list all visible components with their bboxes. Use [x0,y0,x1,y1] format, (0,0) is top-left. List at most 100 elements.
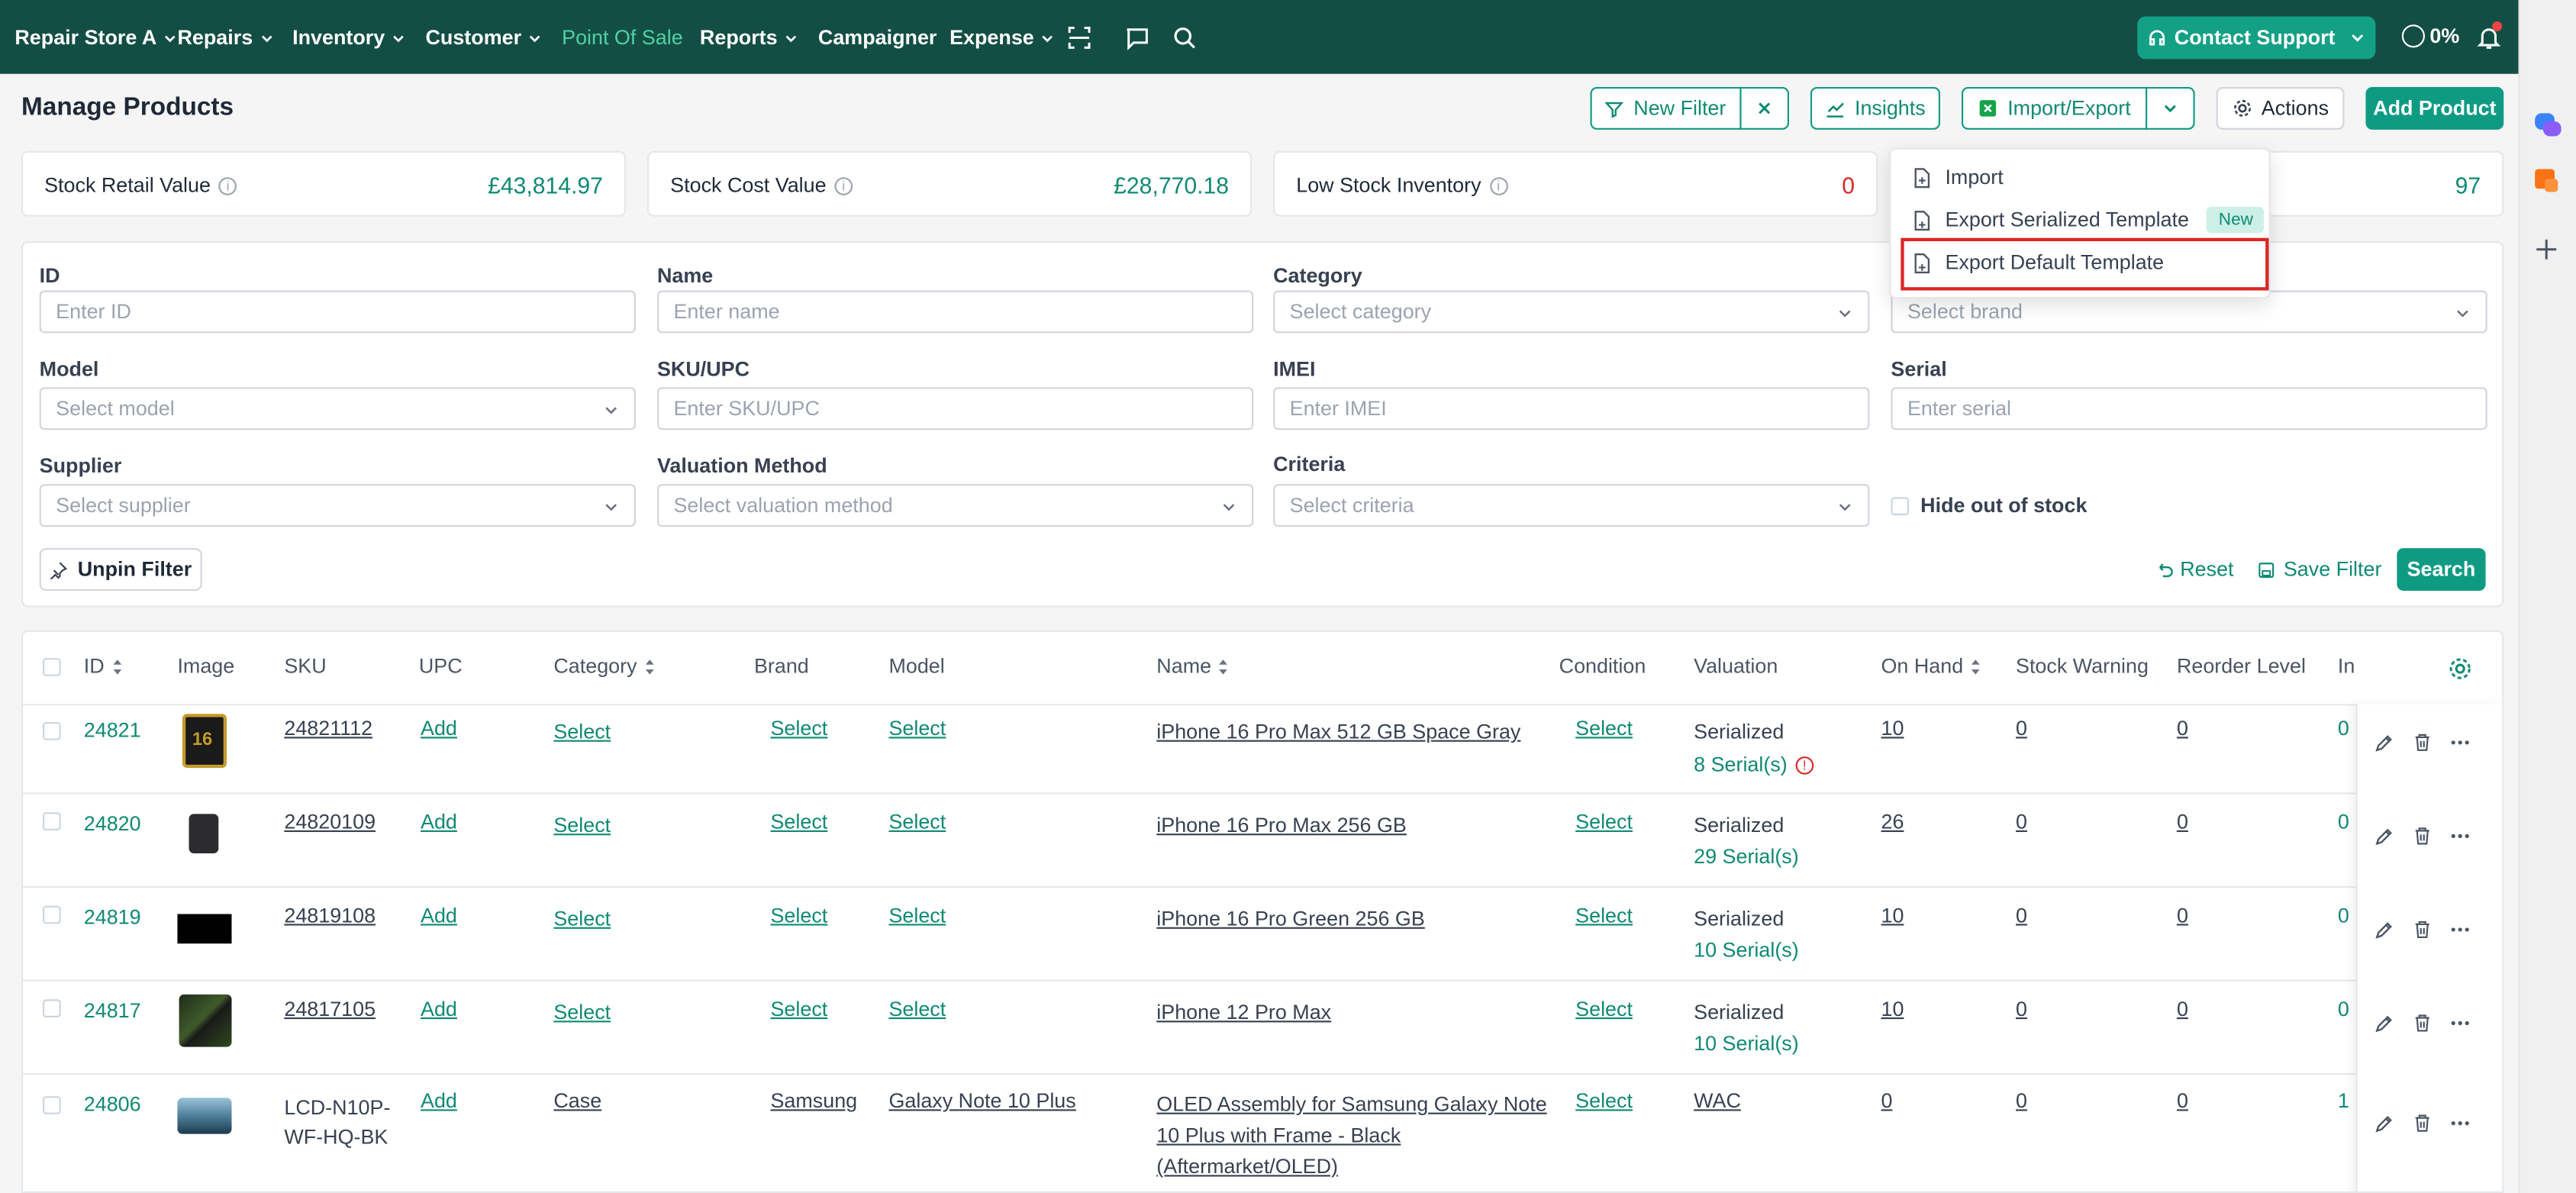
brand-select-link[interactable]: Select [770,811,827,833]
nav-point-of-sale[interactable]: Point Of Sale [562,26,683,49]
sku-link[interactable]: 24820109 [284,811,376,833]
sku-input[interactable]: Enter SKU/UPC [656,387,1254,430]
table-row[interactable]: 24821 16 24821112 Add Select Select Sele… [23,704,2503,792]
brand-select-link[interactable]: Select [770,998,827,1020]
add-icon[interactable] [2533,237,2559,263]
model-select-link[interactable]: Select [888,998,946,1020]
column-header-id[interactable]: ID [84,655,123,678]
trash-icon[interactable] [2412,1013,2433,1034]
trash-icon[interactable] [2412,732,2433,753]
product-id-link[interactable]: 24819 [84,906,141,929]
model-select-link[interactable]: Select [888,904,946,927]
imei-input[interactable]: Enter IMEI [1273,387,1870,430]
new-filter-button[interactable]: New Filter [1590,86,1742,130]
condition-select-link[interactable]: Select [1575,1090,1633,1113]
table-row[interactable]: 24817 24817105 Add Select Select Select … [23,979,2503,1074]
info-icon[interactable]: i [834,176,853,195]
product-name-link[interactable]: iPhone 16 Pro Max 512 GB Space Gray [1156,721,1520,743]
copilot-icon[interactable] [2532,108,2565,141]
condition-select-link[interactable]: Select [1575,998,1633,1020]
sku-link[interactable]: 24821112 [284,717,372,740]
on-hand-link[interactable]: 10 [1881,717,1904,740]
product-name-link[interactable]: iPhone 12 Pro Max [1156,1001,1331,1024]
criteria-select[interactable]: Select criteria [1273,484,1870,527]
nav-reports[interactable]: Reports [700,26,799,49]
sku-link[interactable]: 24817105 [284,998,376,1020]
on-hand-link[interactable]: 0 [1881,1090,1893,1113]
save-filter-button[interactable]: Save Filter [2257,558,2381,581]
upc-add-link[interactable]: Add [421,998,457,1020]
product-name-link[interactable]: iPhone 16 Pro Green 256 GB [1156,908,1425,930]
nav-campaigner[interactable]: Campaigner [818,26,937,49]
condition-select-link[interactable]: Select [1575,904,1633,927]
upc-add-link[interactable]: Add [421,904,457,927]
gear-icon[interactable] [2448,656,2472,681]
more-icon[interactable] [2449,825,2471,846]
select-all-checkbox[interactable] [42,658,61,676]
trash-icon[interactable] [2412,1113,2433,1134]
reorder-level-link[interactable]: 0 [2177,998,2188,1020]
edit-icon[interactable] [2374,732,2395,753]
more-icon[interactable] [2449,1013,2471,1034]
upc-add-link[interactable]: Add [421,811,457,833]
serials-link[interactable]: 10 Serial(s) [1694,939,1799,962]
row-checkbox[interactable] [42,721,61,740]
stock-warning-link[interactable]: 0 [2016,811,2027,833]
nav-repairs[interactable]: Repairs [177,26,274,49]
search-icon[interactable] [1172,24,1198,50]
reset-button[interactable]: Reset [2155,558,2234,581]
insights-button[interactable]: Insights [1810,86,1940,130]
nav-inventory[interactable]: Inventory [292,26,406,49]
valuation-type[interactable]: WAC [1694,1090,1741,1113]
brand-select-link[interactable]: Select [770,717,827,740]
product-id-link[interactable]: 24817 [84,999,141,1022]
reorder-level-link[interactable]: 0 [2177,717,2188,740]
store-selector[interactable]: Repair Store A [15,26,178,49]
on-hand-link[interactable]: 10 [1881,998,1904,1020]
sku-link[interactable]: 24819108 [284,904,376,927]
model-select[interactable]: Select model [39,387,636,430]
unpin-filter-button[interactable]: Unpin Filter [39,548,202,591]
model-select-link[interactable]: Select [888,811,946,833]
add-product-button[interactable]: Add Product [2365,86,2504,130]
column-header-on-hand[interactable]: On Hand [1881,655,1981,678]
serial-input[interactable]: Enter serial [1891,387,2487,430]
column-header-name[interactable]: Name [1156,655,1229,678]
column-header-category[interactable]: Category [553,655,655,678]
model-link[interactable]: Galaxy Note 10 Plus [888,1090,1075,1113]
condition-select-link[interactable]: Select [1575,811,1633,833]
row-checkbox[interactable] [42,905,61,924]
chat-icon[interactable] [1124,24,1149,50]
import-export-button[interactable]: Import/Export [1961,86,2148,130]
menu-item-export-serialized[interactable]: Export Serialized Template New [1912,206,2265,234]
menu-item-import[interactable]: Import [1912,166,2004,189]
actions-button[interactable]: Actions [2216,86,2345,130]
info-icon[interactable]: i [1489,176,1507,195]
product-name-line-3[interactable]: (Aftermarket/OLED) [1156,1156,1338,1178]
table-row[interactable]: 24820 24820109 Add Select Select Select … [23,792,2503,886]
edit-icon[interactable] [2374,1113,2395,1134]
product-id-link[interactable]: 24821 [84,719,141,742]
edit-icon[interactable] [2374,919,2395,940]
reorder-level-link[interactable]: 0 [2177,904,2188,927]
import-export-toggle[interactable] [2146,86,2195,130]
supplier-select[interactable]: Select supplier [39,484,636,527]
stock-warning-link[interactable]: 0 [2016,998,2027,1020]
clear-filter-button[interactable] [1739,86,1789,130]
info-icon[interactable]: i [218,176,237,195]
product-name-line-1[interactable]: OLED Assembly for Samsung Galaxy Note [1156,1093,1546,1116]
product-name-line-2[interactable]: 10 Plus with Frame - Black [1156,1124,1401,1147]
row-checkbox[interactable] [42,812,61,830]
tools-icon[interactable] [2532,166,2561,195]
more-icon[interactable] [2449,1113,2471,1134]
stock-warning-link[interactable]: 0 [2016,904,2027,927]
stock-warning-link[interactable]: 0 [2016,1090,2027,1113]
category-select[interactable]: Select category [1273,290,1870,334]
table-row[interactable]: 24819 24819108 Add Select Select Select … [23,885,2503,980]
product-name-link[interactable]: iPhone 16 Pro Max 256 GB [1156,814,1407,837]
category-link[interactable]: Case [553,1090,601,1113]
brand-select-link[interactable]: Select [770,904,827,927]
brand-link[interactable]: Samsung [770,1090,857,1113]
hide-out-of-stock-toggle[interactable]: Hide out of stock [1891,494,2087,517]
id-input[interactable]: Enter ID [39,290,636,334]
